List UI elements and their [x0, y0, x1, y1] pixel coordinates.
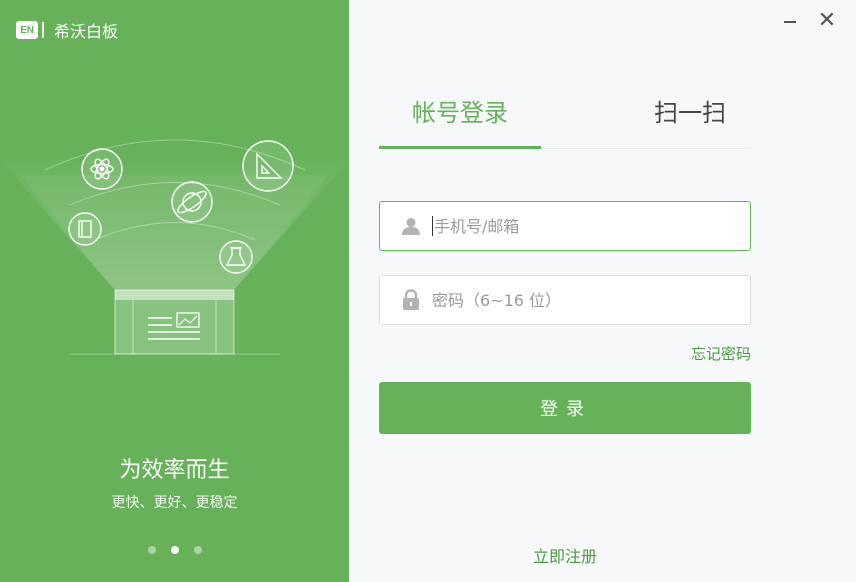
planet-icon — [171, 181, 213, 223]
light-beam — [0, 160, 349, 290]
flask-icon — [219, 240, 253, 274]
carousel-indicator — [0, 546, 349, 554]
login-tabs: 帐号登录 扫一扫 — [379, 96, 751, 149]
slogan: 为效率而生 — [119, 458, 230, 483]
ruler-triangle-icon — [242, 140, 294, 192]
password-field[interactable] — [379, 275, 751, 325]
phone-field[interactable] — [379, 201, 751, 251]
login-window: EN 希沃白板 为效率而生 更快、更好、更稳定 ✕ 帐号登录 扫一扫 手机号/邮… — [0, 0, 856, 582]
forgot-password-link[interactable]: 忘记密码 — [651, 343, 751, 364]
register-link[interactable]: 立即注册 — [479, 543, 651, 567]
atom-icon — [81, 148, 123, 190]
password-input[interactable] — [432, 290, 732, 310]
minimize-button[interactable] — [778, 10, 802, 34]
text-caret — [432, 216, 433, 236]
book-icon — [68, 212, 102, 246]
login-button[interactable]: 登录 — [379, 382, 751, 434]
promo-illustration — [0, 139, 349, 355]
lock-icon — [399, 288, 423, 312]
user-icon — [399, 214, 423, 238]
sub-slogan: 更快、更好、更稳定 — [111, 495, 238, 511]
phone-input[interactable] — [434, 216, 734, 236]
tab-scan-qr[interactable]: 扫一扫 — [630, 96, 750, 146]
whiteboard-icon — [114, 289, 235, 355]
close-button[interactable]: ✕ — [815, 8, 839, 33]
carousel-dot[interactable] — [193, 546, 202, 554]
carousel-dot[interactable] — [147, 546, 156, 554]
tab-account-login[interactable]: 帐号登录 — [379, 96, 541, 149]
left-promo-panel: EN 希沃白板 为效率而生 更快、更好、更稳定 — [0, 0, 349, 582]
minimize-icon — [784, 21, 796, 23]
carousel-dot-active[interactable] — [170, 546, 179, 554]
